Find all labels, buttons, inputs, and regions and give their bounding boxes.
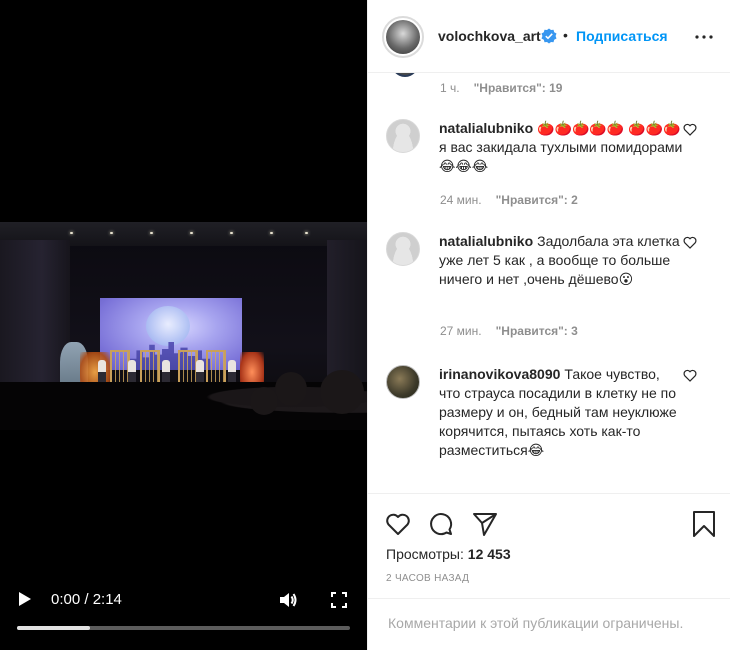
bookmark-icon[interactable] bbox=[690, 510, 718, 538]
comment-text: natalialubniko Задолбала эта клетка уже л… bbox=[439, 232, 684, 289]
video-frame bbox=[0, 222, 367, 430]
comments-list[interactable]: 1 ч. "Нравится": 19 natalialubniko 🍅🍅🍅🍅🍅 🍅… bbox=[368, 73, 730, 493]
comments-limited-notice: Комментарии к этой публикации ограничены… bbox=[368, 598, 730, 650]
avatar bbox=[390, 73, 420, 77]
commenter-avatar[interactable] bbox=[386, 232, 420, 266]
like-heart-icon[interactable] bbox=[384, 510, 412, 538]
views-count: Просмотры: 12 453 bbox=[386, 546, 511, 562]
comment-time: 27 мин. bbox=[440, 324, 482, 338]
post-timestamp[interactable]: 2 ЧАСОВ НАЗАД bbox=[386, 573, 469, 584]
fullscreen-icon[interactable] bbox=[331, 592, 347, 608]
separator-dot: • bbox=[563, 27, 568, 43]
comment-meta: 24 мин. "Нравится": 2 bbox=[440, 193, 578, 207]
comment-time: 24 мин. bbox=[440, 193, 482, 207]
share-send-icon[interactable] bbox=[471, 510, 499, 538]
views-number: 12 453 bbox=[467, 546, 511, 562]
post-header: volochkova_art • Подписаться bbox=[368, 0, 730, 73]
more-options-icon[interactable] bbox=[694, 30, 714, 44]
commenter-avatar[interactable] bbox=[386, 119, 420, 153]
commenter-username[interactable]: natalialubniko bbox=[439, 233, 533, 249]
comment-likes[interactable]: "Нравится": 19 bbox=[474, 81, 563, 95]
commenter-username[interactable]: natalialubniko bbox=[439, 120, 533, 136]
comment-bubble-icon[interactable] bbox=[427, 510, 455, 538]
commenter-username[interactable]: irinanovikova8090 bbox=[439, 366, 560, 382]
comment-meta: 1 ч. "Нравится": 19 bbox=[440, 81, 562, 95]
commenter-avatar[interactable] bbox=[386, 365, 420, 399]
comment-text: natalialubniko 🍅🍅🍅🍅🍅 🍅🍅🍅я вас закидала ту… bbox=[439, 119, 684, 176]
author-username[interactable]: volochkova_art bbox=[438, 28, 541, 44]
post-panel: volochkova_art • Подписаться 1 ч. "Нравит… bbox=[367, 0, 730, 650]
play-icon[interactable] bbox=[19, 592, 31, 606]
post-actions: Просмотры: 12 453 2 ЧАСОВ НАЗАД bbox=[368, 493, 730, 598]
comment-text: irinanovikova8090 Такое чувство, что стра… bbox=[439, 365, 684, 460]
views-label: Просмотры: bbox=[386, 546, 464, 562]
comment-likes[interactable]: "Нравится": 2 bbox=[496, 193, 578, 207]
like-heart-icon[interactable] bbox=[683, 123, 697, 136]
like-heart-icon[interactable] bbox=[683, 236, 697, 249]
follow-button[interactable]: Подписаться bbox=[576, 28, 668, 44]
video-controls: 0:00 / 2:14 bbox=[0, 584, 367, 650]
author-avatar[interactable] bbox=[382, 16, 424, 58]
volume-icon[interactable] bbox=[278, 591, 298, 609]
video-progress-fill bbox=[17, 626, 91, 630]
video-progress-bar[interactable] bbox=[17, 626, 350, 630]
video-time: 0:00 / 2:14 bbox=[51, 591, 122, 608]
video-player[interactable]: 0:00 / 2:14 bbox=[0, 0, 367, 650]
comment-likes[interactable]: "Нравится": 3 bbox=[496, 324, 578, 338]
comment-time: 1 ч. bbox=[440, 81, 460, 95]
like-heart-icon[interactable] bbox=[683, 369, 697, 382]
verified-badge-icon bbox=[541, 28, 557, 44]
comment-meta: 27 мин. "Нравится": 3 bbox=[440, 324, 578, 338]
